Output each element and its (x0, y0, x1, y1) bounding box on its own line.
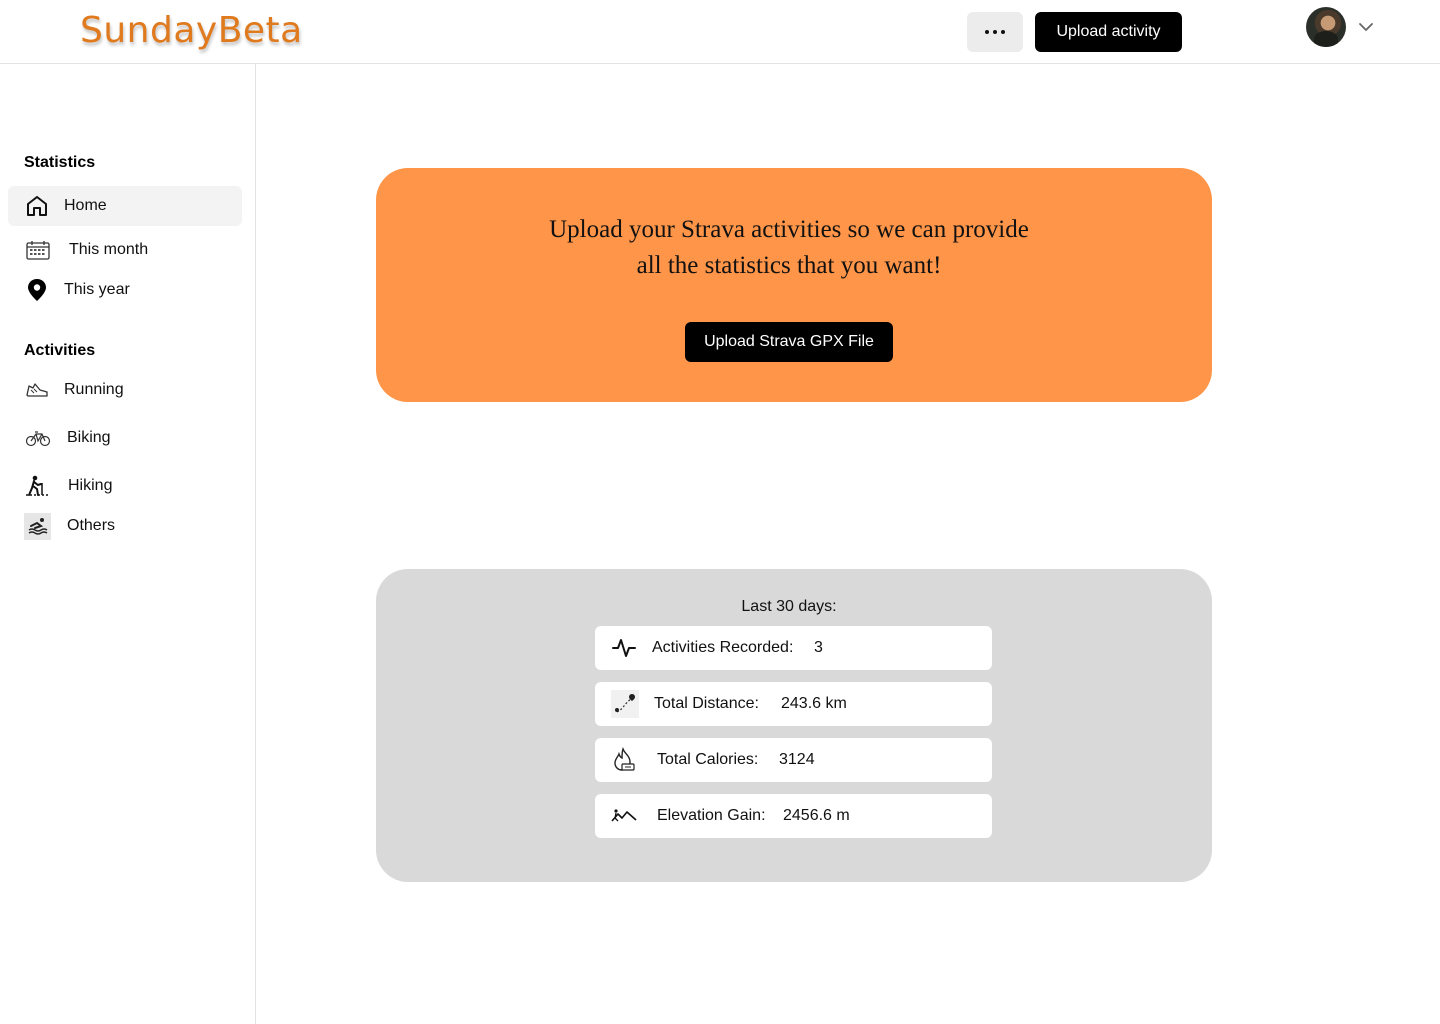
hiking-icon (24, 473, 50, 499)
stat-row-activities: Activities Recorded: 3 (595, 626, 992, 670)
sidebar-item-label: Hiking (68, 477, 113, 494)
brand-logo[interactable]: SundayBeta (80, 10, 303, 51)
bicycle-icon (25, 425, 51, 451)
sidebar-item-label: Others (67, 517, 116, 534)
statistics-section-title: Statistics (24, 154, 96, 171)
sidebar-item-home[interactable]: Home (8, 186, 242, 226)
promo-line-1: Upload your Strava activities so we can … (549, 216, 1029, 243)
stat-label: Activities Recorded: (652, 639, 794, 656)
stat-value: 3 (814, 639, 823, 656)
stat-row-calories: Total Calories: 3124 (595, 738, 992, 782)
more-options-button[interactable] (967, 12, 1023, 52)
stat-value: 3124 (779, 751, 815, 768)
top-bar: SundayBeta Upload activity (0, 0, 1440, 64)
sidebar-item-label: This year (64, 281, 130, 298)
user-avatar[interactable] (1306, 7, 1346, 47)
chevron-down-icon[interactable] (1356, 17, 1376, 37)
sidebar-item-this-year[interactable]: This year (8, 270, 242, 310)
activities-section-title: Activities (24, 342, 96, 359)
running-shoe-icon (24, 377, 50, 403)
map-pin-icon (24, 277, 50, 303)
more-horizontal-icon (985, 30, 989, 34)
sidebar-item-this-month[interactable]: This month (8, 230, 242, 270)
stat-row-distance: Total Distance: 243.6 km (595, 682, 992, 726)
stats-period-title: Last 30 days: (741, 598, 837, 615)
stats-card: Last 30 days: Activities Recorded: 3 Tot… (376, 569, 1212, 882)
stat-label: Elevation Gain: (657, 807, 766, 824)
stat-label: Total Distance: (654, 695, 759, 712)
upload-promo-card: Upload your Strava activities so we can … (376, 168, 1212, 402)
stat-label: Total Calories: (657, 751, 759, 768)
home-icon (24, 193, 50, 219)
more-dot (1001, 30, 1005, 34)
stat-value: 2456.6 m (783, 807, 850, 824)
sidebar-item-others[interactable]: Others (8, 506, 242, 546)
promo-line-2: all the statistics that you want! (636, 252, 942, 279)
activity-pulse-icon (611, 635, 637, 661)
elevation-icon (611, 803, 637, 829)
stat-row-elevation: Elevation Gain: 2456.6 m (595, 794, 992, 838)
sidebar-item-label: Biking (67, 429, 111, 446)
swimming-icon (24, 512, 51, 540)
sidebar-item-running[interactable]: Running (8, 370, 242, 410)
more-dot (993, 30, 997, 34)
sidebar-item-label: This month (69, 241, 149, 258)
sidebar: Statistics Home This month This year Act… (0, 64, 256, 1024)
route-distance-icon (611, 690, 639, 718)
upload-gpx-button[interactable]: Upload Strava GPX File (685, 322, 893, 362)
sidebar-item-biking[interactable]: Biking (8, 418, 242, 458)
stat-value: 243.6 km (781, 695, 847, 712)
sidebar-item-label: Running (64, 381, 124, 398)
calendar-icon (25, 237, 51, 263)
sidebar-item-hiking[interactable]: Hiking (8, 466, 242, 506)
promo-message: Upload your Strava activities so we can … (376, 212, 1202, 284)
upload-activity-button[interactable]: Upload activity (1035, 12, 1182, 52)
calories-flame-icon (611, 747, 637, 773)
sidebar-item-label: Home (64, 197, 107, 214)
